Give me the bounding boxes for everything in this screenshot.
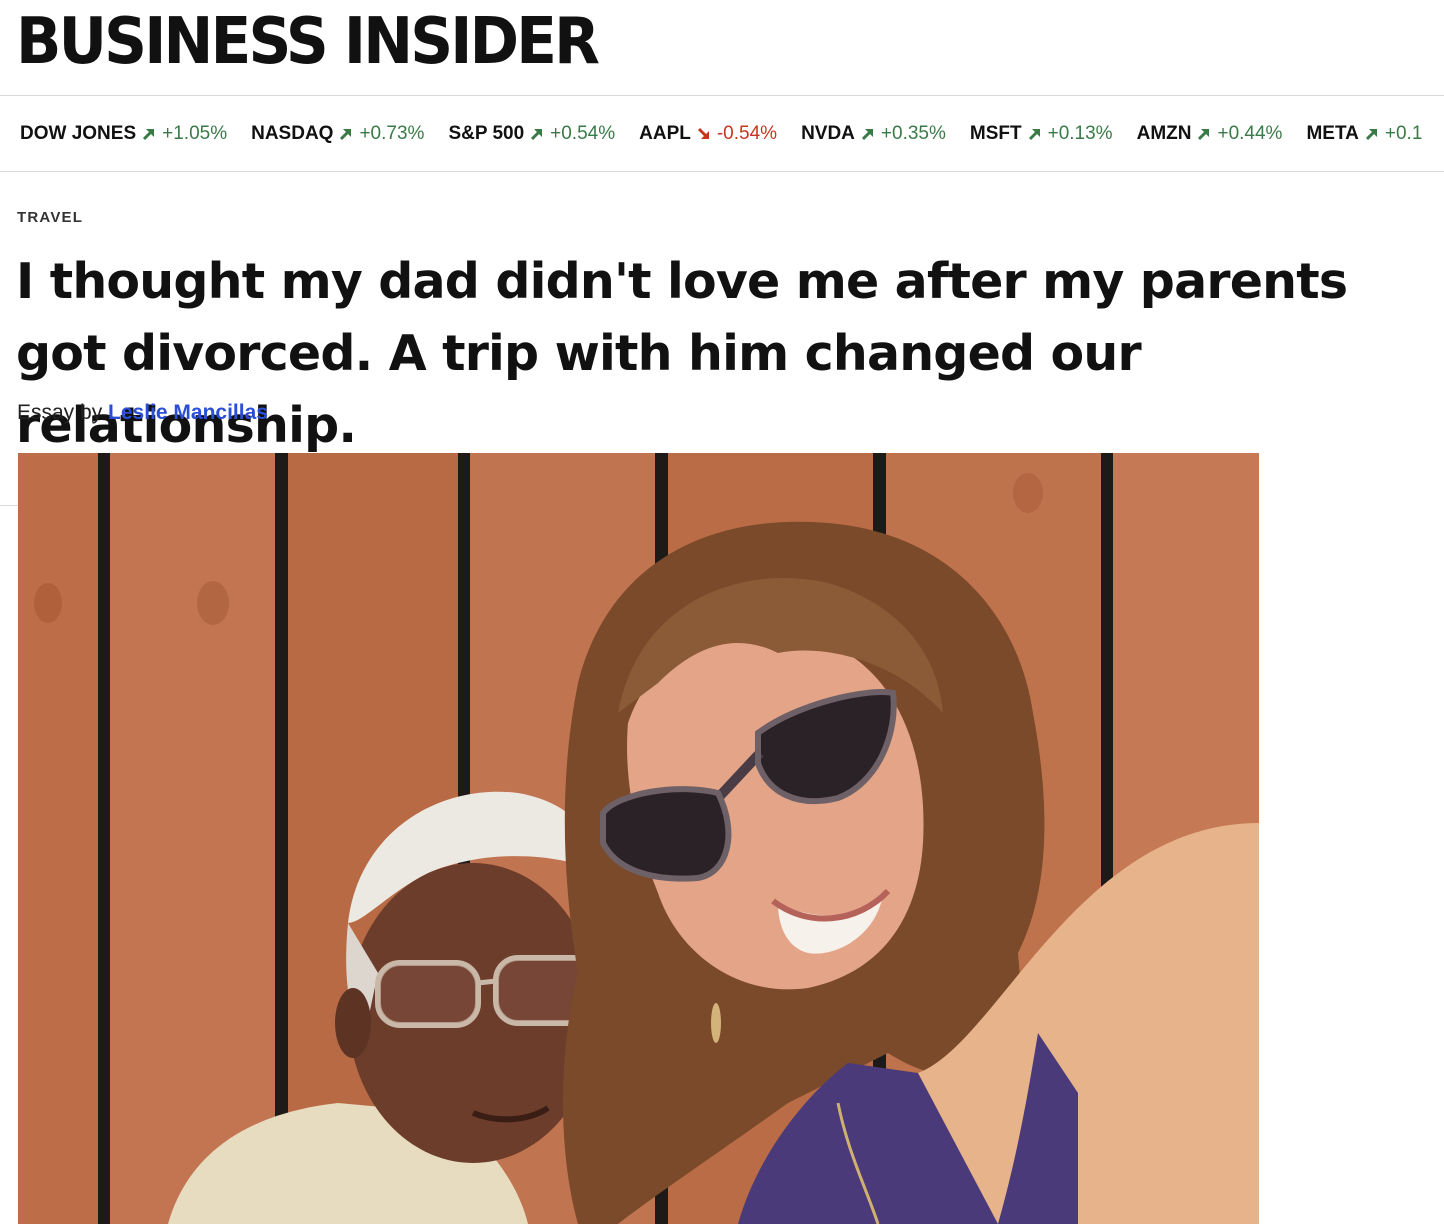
ticker-symbol: NVDA: [801, 123, 855, 144]
article-hero-image: [18, 453, 1259, 1224]
ticker-symbol: MSFT: [969, 123, 1022, 144]
author-link[interactable]: Leslie Mancillas: [108, 401, 268, 424]
ticker-symbol: S&P 500: [448, 123, 525, 144]
site-header: BUSINESS INSIDER: [0, 0, 1444, 96]
ticker-symbol: NASDAQ: [251, 123, 334, 144]
ticker-item[interactable]: S&P 500 +0.54%: [448, 122, 615, 146]
ticker-item[interactable]: NASDAQ +0.73%: [251, 122, 424, 146]
ticker-item[interactable]: AMZN +0.44%: [1137, 122, 1283, 146]
ticker-change: +0.1: [1384, 123, 1423, 144]
ticker-item[interactable]: NVDA +0.35%: [801, 122, 946, 146]
ticker-item[interactable]: MSFT +0.13%: [970, 122, 1113, 146]
ticker-symbol: META: [1306, 123, 1359, 144]
ticker-change: -0.54%: [716, 123, 778, 144]
ticker-item[interactable]: META +0.1: [1306, 122, 1422, 146]
ticker-row: DOW JONES +1.05% NASDAQ +0.73% S&P 500 +0.54%…: [20, 122, 1422, 146]
article-category[interactable]: TRAVEL: [17, 209, 83, 226]
ticker-change: +0.54%: [550, 123, 616, 144]
ticker-change: +0.35%: [880, 123, 946, 144]
ticker-change: +0.13%: [1047, 123, 1113, 144]
article-byline: Essay by Leslie Mancillas: [17, 401, 268, 425]
arrow-up-right-icon: [530, 127, 544, 141]
arrow-up-right-icon: [1197, 127, 1211, 141]
ticker-change: +1.05%: [162, 123, 228, 144]
article-headline: I thought my dad didn't love me after my…: [16, 253, 1348, 454]
market-ticker: DOW JONES +1.05% NASDAQ +0.73% S&P 500 +0.54%…: [0, 96, 1444, 172]
byline-prefix: Essay by: [17, 401, 103, 424]
ticker-symbol: AAPL: [639, 123, 691, 144]
hero-photo-illustration: [18, 453, 1259, 1224]
site-logo[interactable]: BUSINESS INSIDER: [16, 4, 600, 80]
arrow-up-right-icon: [339, 127, 353, 141]
ticker-symbol: DOW JONES: [20, 123, 137, 144]
arrow-down-right-icon: [697, 127, 711, 141]
arrow-up-right-icon: [1365, 127, 1379, 141]
arrow-up-right-icon: [142, 127, 156, 141]
ticker-change: +0.73%: [359, 123, 425, 144]
ticker-change: +0.44%: [1217, 123, 1283, 144]
divider: [0, 505, 18, 506]
arrow-up-right-icon: [861, 127, 875, 141]
ticker-symbol: AMZN: [1136, 123, 1192, 144]
arrow-up-right-icon: [1028, 127, 1042, 141]
ticker-item[interactable]: AAPL -0.54%: [639, 122, 777, 146]
ticker-item[interactable]: DOW JONES +1.05%: [20, 122, 227, 146]
